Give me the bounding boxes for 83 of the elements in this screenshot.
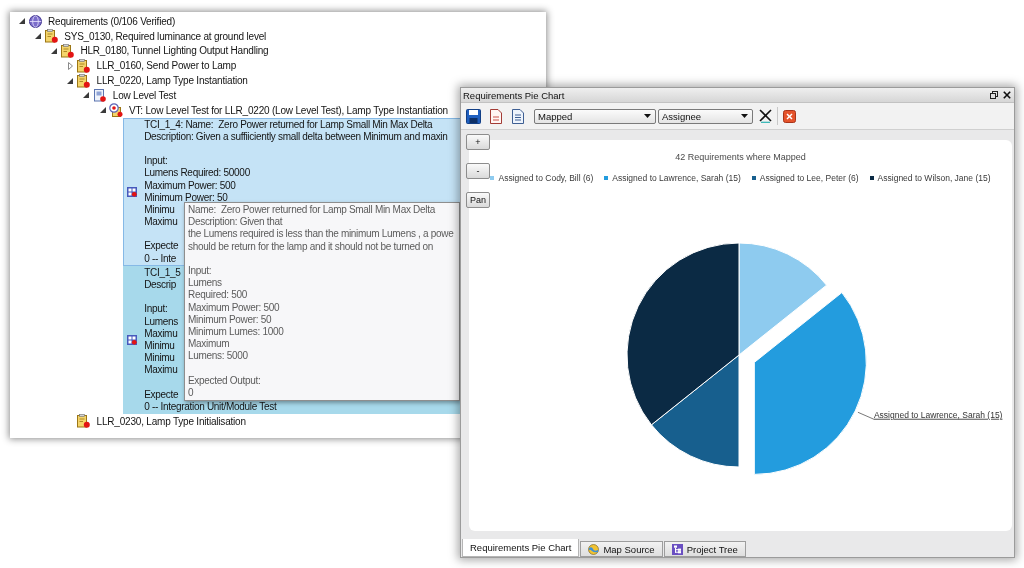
clipboard-ring-icon [109,103,123,118]
test-case-text: 0 -- Inte [144,252,176,265]
test-case-text: Input: [144,155,168,168]
caret-icon [644,114,651,118]
tooltip-text: Minimum Lumes: 1000 [188,325,284,339]
expander-icon[interactable] [18,18,25,25]
tab[interactable]: Project Tree [663,541,746,557]
filter-dropdown[interactable]: Mapped [534,108,656,124]
expander-icon[interactable] [67,77,74,84]
caret-icon [741,114,748,118]
test-case-text: Minimum Power: 50 [144,191,228,204]
test-case-text: Maximum Power: 500 [144,179,236,192]
tooltip-text: Lumens: 5000 [188,350,248,363]
text-document-icon[interactable] [512,108,524,124]
legend-label: Assigned to Cody, Bill (6) [498,172,594,183]
window-title: Requirements Pie Chart [463,89,565,101]
test-case-text: Maximu [144,364,178,377]
test-case-text: TCI_1_4: Name: Zero Power returned for Lamp Small Min Max Delta [144,118,433,131]
chart-tool-button[interactable]: Pan [466,192,490,208]
test-case-text: TCI_1_5 [144,266,181,279]
tooltip-text: Maximum [188,338,230,351]
leader-line [857,411,875,420]
test-case-text: Expecte [144,240,179,253]
page-icon[interactable] [490,108,502,124]
globe-icon [28,14,42,28]
expander-icon[interactable] [50,48,57,54]
tree-item[interactable]: LLR_0230, Lamp Type Initialisation [94,414,248,428]
tree-item[interactable]: LLR_0220, Lamp Type Instantiation [94,74,250,88]
save-icon[interactable] [466,108,481,124]
test-case-text: Maximu [144,327,178,340]
legend-label: Assigned to Lawrence, Sarah (15) [612,172,741,183]
test-case-text: 0 -- Integration Unit/Module Test [144,400,277,414]
globe-icon [588,543,600,555]
clipboard-icon [44,29,58,44]
test-case-text: Descrip [144,279,176,292]
hierarchy-icon [671,543,683,555]
clipboard-icon [77,414,91,429]
tooltip-text: Expected Output: [188,374,261,387]
test-case-text: Lumens [144,315,178,328]
clipboard-icon [77,58,91,73]
tab[interactable]: Map Source [580,541,663,557]
tree-item[interactable]: SYS_0130, Required luminance at ground level [62,29,269,43]
legend-label: Assigned to Wilson, Jane (15) [877,172,991,183]
test-case-text: Minimu [144,339,175,353]
tab[interactable]: Requirements Pie Chart [462,539,580,557]
tooltip-text: Name: Zero Power returned for Lamp Small Min Max Delta [188,204,435,217]
clear-icon[interactable] [759,109,772,123]
test-case-text: Input: [144,303,168,316]
document-icon [93,88,106,102]
chart-tool-button[interactable]: - [466,163,490,179]
tooltip-text: the Lumens required is less than the minimum Lumens , a powe [188,228,454,241]
close-icon[interactable] [1003,91,1011,99]
test-case-text: Lumens Required: 50000 [144,167,250,180]
tooltip-text: Description: Given that [188,216,283,229]
legend-label: Assigned to Lee, Peter (6) [759,172,859,183]
test-case-text: Maximu [144,216,178,229]
tree-item[interactable]: HLR_0180, Tunnel Lighting Output Handling [78,44,271,58]
tree-item[interactable]: VT: Low Level Test for LLR_0220 (Low Level Test), Lamp Type Instantiation [127,103,450,117]
tooltip-text: Input: [188,264,212,278]
filter-dropdown[interactable]: Assignee [658,108,753,124]
slice-label: Assigned to Lawrence, Sarah (15) [873,409,1003,420]
restore-icon[interactable] [990,91,998,99]
expander-icon[interactable] [34,33,41,40]
tooltip-text: Minimum Power: 50 [188,313,272,326]
tooltip-text: Lumens [188,277,222,290]
close-icon[interactable] [783,109,796,123]
clipboard-icon [60,44,74,58]
chart-tool-button[interactable]: + [466,134,490,150]
expander-icon[interactable] [99,107,106,114]
test-case-text: Expecte [144,388,179,401]
tooltip-text: should be return for the lamp and it should not be turned on [188,240,433,253]
tooltip-text: Maximum Power: 500 [188,301,280,314]
tree-item[interactable]: LLR_0160, Send Power to Lamp [94,59,239,73]
clipboard-icon [77,73,91,88]
tree-item[interactable]: Requirements (0/106 Verified) [46,14,178,28]
test-case-text: Description: Given a suffiiciently small delta between Minimum and maxin [144,130,448,143]
tooltip-text: Required: 500 [188,289,247,302]
expander-icon[interactable] [83,92,90,99]
tree-item[interactable]: Low Level Test [110,88,178,102]
chart-title: 42 Requirements where Mapped [675,152,806,163]
test-case-text: Minimu [144,352,175,365]
test-case-text: Minimu [144,203,175,217]
tooltip-text: 0 [188,386,194,399]
